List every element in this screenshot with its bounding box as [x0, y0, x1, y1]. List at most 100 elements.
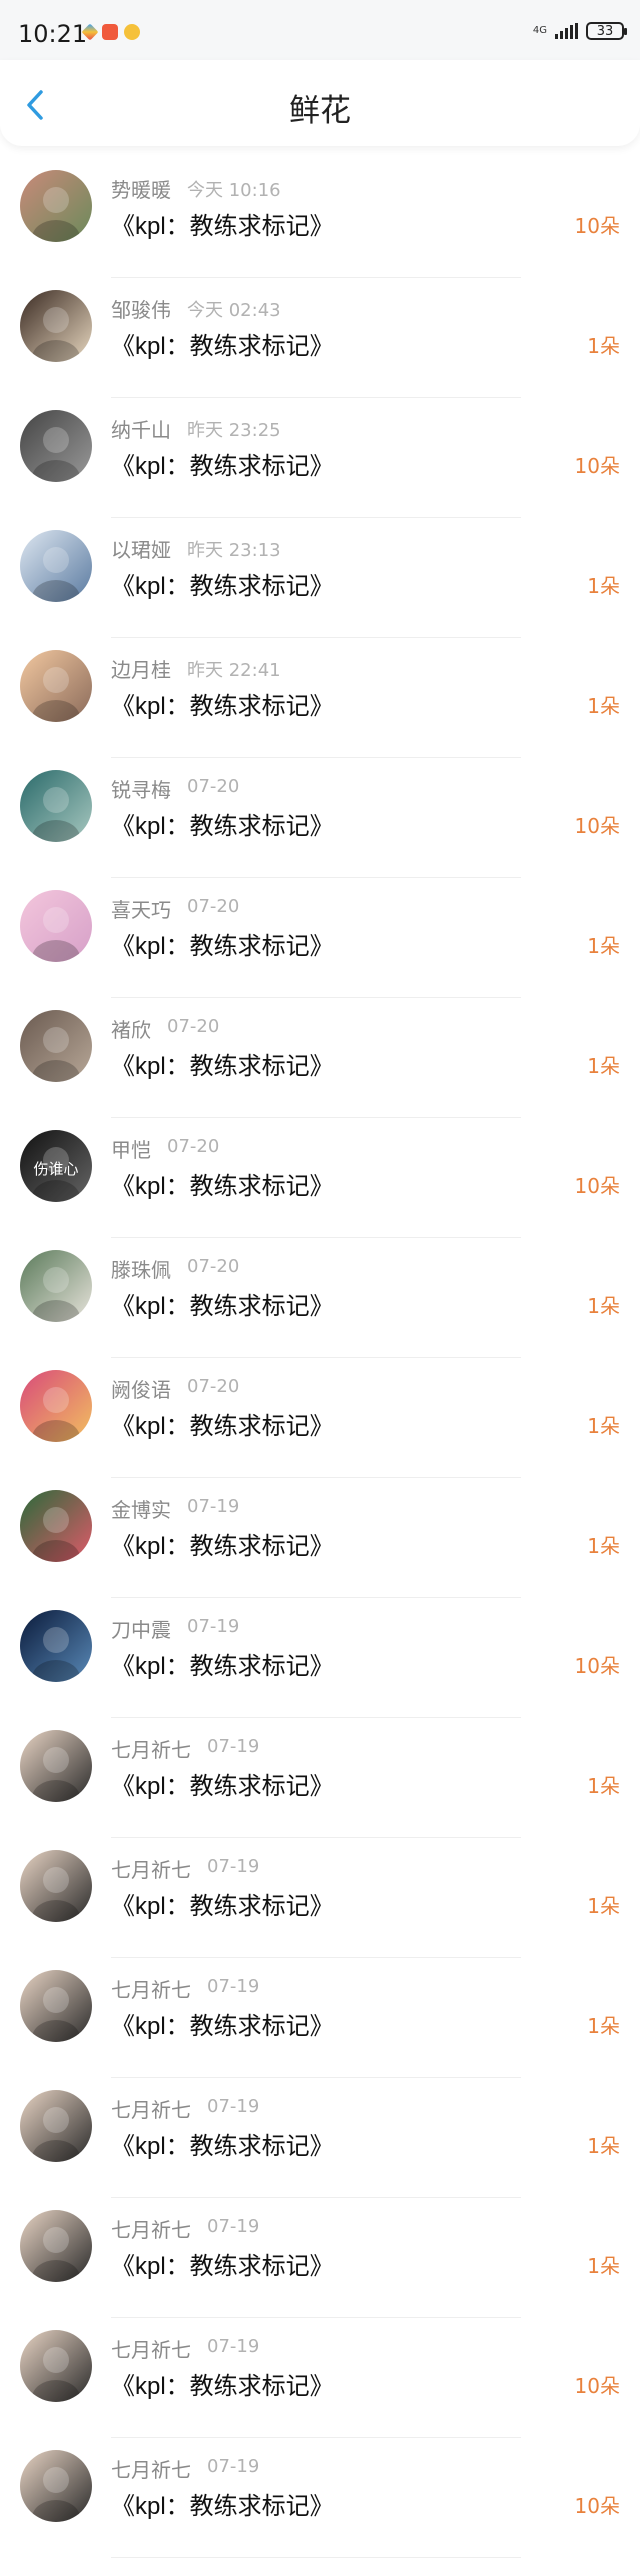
- work-title[interactable]: 《kpl：教练求标记》: [111, 2006, 334, 2041]
- flower-count: 1朵: [587, 694, 620, 718]
- flower-count: 1朵: [587, 1774, 620, 1798]
- list-item[interactable]: 七月祈七 07-19 《kpl：教练求标记》 1朵: [0, 2078, 640, 2198]
- work-title[interactable]: 《kpl：教练求标记》: [111, 686, 334, 721]
- work-title[interactable]: 《kpl：教练求标记》: [111, 2366, 334, 2401]
- flower-count: 1朵: [587, 1414, 620, 1438]
- user-name: 甲恺: [111, 1138, 151, 1162]
- timestamp: 07-19: [187, 1496, 240, 1517]
- flower-count: 1朵: [587, 1294, 620, 1318]
- avatar[interactable]: [20, 890, 92, 962]
- work-title[interactable]: 《kpl：教练求标记》: [111, 1766, 334, 1801]
- avatar[interactable]: [20, 650, 92, 722]
- user-name: 刀中震: [111, 1618, 171, 1642]
- timestamp: 07-20: [187, 1376, 240, 1397]
- list-item[interactable]: 阙俊语 07-20 《kpl：教练求标记》 1朵: [0, 1358, 640, 1478]
- work-title[interactable]: 《kpl：教练求标记》: [111, 1886, 334, 1921]
- list-item[interactable]: 邹骏伟 今天 02:43 《kpl：教练求标记》 1朵: [0, 278, 640, 398]
- work-title[interactable]: 《kpl：教练求标记》: [111, 566, 334, 601]
- list-item[interactable]: 伤谁心 甲恺 07-20 《kpl：教练求标记》 10朵: [0, 1118, 640, 1238]
- status-right-icons: 4G 33: [533, 22, 627, 40]
- work-title[interactable]: 《kpl：教练求标记》: [111, 1046, 334, 1081]
- timestamp: 07-19: [187, 1616, 240, 1637]
- avatar[interactable]: [20, 2450, 92, 2522]
- flower-count: 10朵: [574, 214, 620, 238]
- avatar[interactable]: [20, 1370, 92, 1442]
- avatar[interactable]: [20, 530, 92, 602]
- list-item[interactable]: 边月桂 昨天 22:41 《kpl：教练求标记》 1朵: [0, 638, 640, 758]
- work-title[interactable]: 《kpl：教练求标记》: [111, 446, 334, 481]
- work-title[interactable]: 《kpl：教练求标记》: [111, 326, 334, 361]
- work-title[interactable]: 《kpl：教练求标记》: [111, 2126, 334, 2161]
- avatar[interactable]: [20, 770, 92, 842]
- list-item[interactable]: 七月祈七 07-19 《kpl：教练求标记》 1朵: [0, 2198, 640, 2318]
- list-item[interactable]: 滕珠佩 07-20 《kpl：教练求标记》 1朵: [0, 1238, 640, 1358]
- flower-count: 10朵: [574, 2494, 620, 2518]
- list-item[interactable]: 势暖暖 今天 10:16 《kpl：教练求标记》 10朵: [0, 158, 640, 278]
- timestamp: 昨天 23:25: [187, 420, 281, 441]
- list-item[interactable]: 锐寻梅 07-20 《kpl：教练求标记》 10朵: [0, 758, 640, 878]
- list-item[interactable]: 金博实 07-19 《kpl：教练求标记》 1朵: [0, 1478, 640, 1598]
- list-item[interactable]: 喜天巧 07-20 《kpl：教练求标记》 1朵: [0, 878, 640, 998]
- work-title[interactable]: 《kpl：教练求标记》: [111, 1166, 334, 1201]
- flower-count: 1朵: [587, 2134, 620, 2158]
- timestamp: 07-19: [207, 1976, 260, 1997]
- flower-list: 势暖暖 今天 10:16 《kpl：教练求标记》 10朵 邹骏伟 今天 02:43 《kpl…: [0, 158, 640, 2558]
- status-bar: 10:21 4G 33: [0, 0, 640, 68]
- work-title[interactable]: 《kpl：教练求标记》: [111, 1286, 334, 1321]
- avatar[interactable]: [20, 1010, 92, 1082]
- work-title[interactable]: 《kpl：教练求标记》: [111, 206, 334, 241]
- timestamp: 昨天 23:13: [187, 540, 281, 561]
- user-name: 阙俊语: [111, 1378, 171, 1402]
- avatar[interactable]: [20, 1730, 92, 1802]
- avatar[interactable]: [20, 170, 92, 242]
- battery-level: 33: [596, 23, 614, 39]
- list-item[interactable]: 刀中震 07-19 《kpl：教练求标记》 10朵: [0, 1598, 640, 1718]
- avatar[interactable]: [20, 1610, 92, 1682]
- list-item[interactable]: 七月祈七 07-19 《kpl：教练求标记》 1朵: [0, 1838, 640, 1958]
- avatar[interactable]: [20, 1970, 92, 2042]
- avatar[interactable]: [20, 290, 92, 362]
- user-name: 金博实: [111, 1498, 171, 1522]
- user-name: 纳千山: [111, 418, 171, 442]
- page-title: 鲜花: [289, 93, 351, 129]
- user-name: 锐寻梅: [111, 778, 171, 802]
- status-time: 10:21: [18, 20, 88, 48]
- list-item[interactable]: 七月祈七 07-19 《kpl：教练求标记》 10朵: [0, 2438, 640, 2558]
- work-title[interactable]: 《kpl：教练求标记》: [111, 806, 334, 841]
- list-item[interactable]: 褚欣 07-20 《kpl：教练求标记》 1朵: [0, 998, 640, 1118]
- avatar[interactable]: [20, 1490, 92, 1562]
- work-title[interactable]: 《kpl：教练求标记》: [111, 2486, 334, 2521]
- user-name: 褚欣: [111, 1018, 151, 1042]
- timestamp: 07-20: [167, 1136, 220, 1157]
- list-item[interactable]: 纳千山 昨天 23:25 《kpl：教练求标记》 10朵: [0, 398, 640, 518]
- user-name: 七月祈七: [111, 1978, 191, 2002]
- avatar[interactable]: [20, 2330, 92, 2402]
- list-item[interactable]: 以珺娅 昨天 23:13 《kpl：教练求标记》 1朵: [0, 518, 640, 638]
- avatar[interactable]: [20, 410, 92, 482]
- flower-count: 1朵: [587, 1894, 620, 1918]
- list-item[interactable]: 七月祈七 07-19 《kpl：教练求标记》 1朵: [0, 1958, 640, 2078]
- user-name: 势暖暖: [111, 178, 171, 202]
- user-name: 滕珠佩: [111, 1258, 171, 1282]
- avatar[interactable]: [20, 2090, 92, 2162]
- work-title[interactable]: 《kpl：教练求标记》: [111, 2246, 334, 2281]
- user-name: 七月祈七: [111, 2218, 191, 2242]
- avatar[interactable]: [20, 1850, 92, 1922]
- avatar[interactable]: [20, 1250, 92, 1322]
- timestamp: 07-20: [187, 896, 240, 917]
- work-title[interactable]: 《kpl：教练求标记》: [111, 1526, 334, 1561]
- timestamp: 今天 02:43: [187, 300, 281, 321]
- list-item[interactable]: 七月祈七 07-19 《kpl：教练求标记》 10朵: [0, 2318, 640, 2438]
- user-name: 以珺娅: [111, 538, 171, 562]
- avatar[interactable]: 伤谁心: [20, 1130, 92, 1202]
- list-item[interactable]: 七月祈七 07-19 《kpl：教练求标记》 1朵: [0, 1718, 640, 1838]
- work-title[interactable]: 《kpl：教练求标记》: [111, 926, 334, 961]
- app-notification-icon: [81, 23, 99, 41]
- avatar[interactable]: [20, 2210, 92, 2282]
- flower-count: 1朵: [587, 2014, 620, 2038]
- flower-count: 10朵: [574, 1654, 620, 1678]
- app-notification-icon: [124, 24, 140, 40]
- work-title[interactable]: 《kpl：教练求标记》: [111, 1646, 334, 1681]
- work-title[interactable]: 《kpl：教练求标记》: [111, 1406, 334, 1441]
- timestamp: 07-19: [207, 2336, 260, 2357]
